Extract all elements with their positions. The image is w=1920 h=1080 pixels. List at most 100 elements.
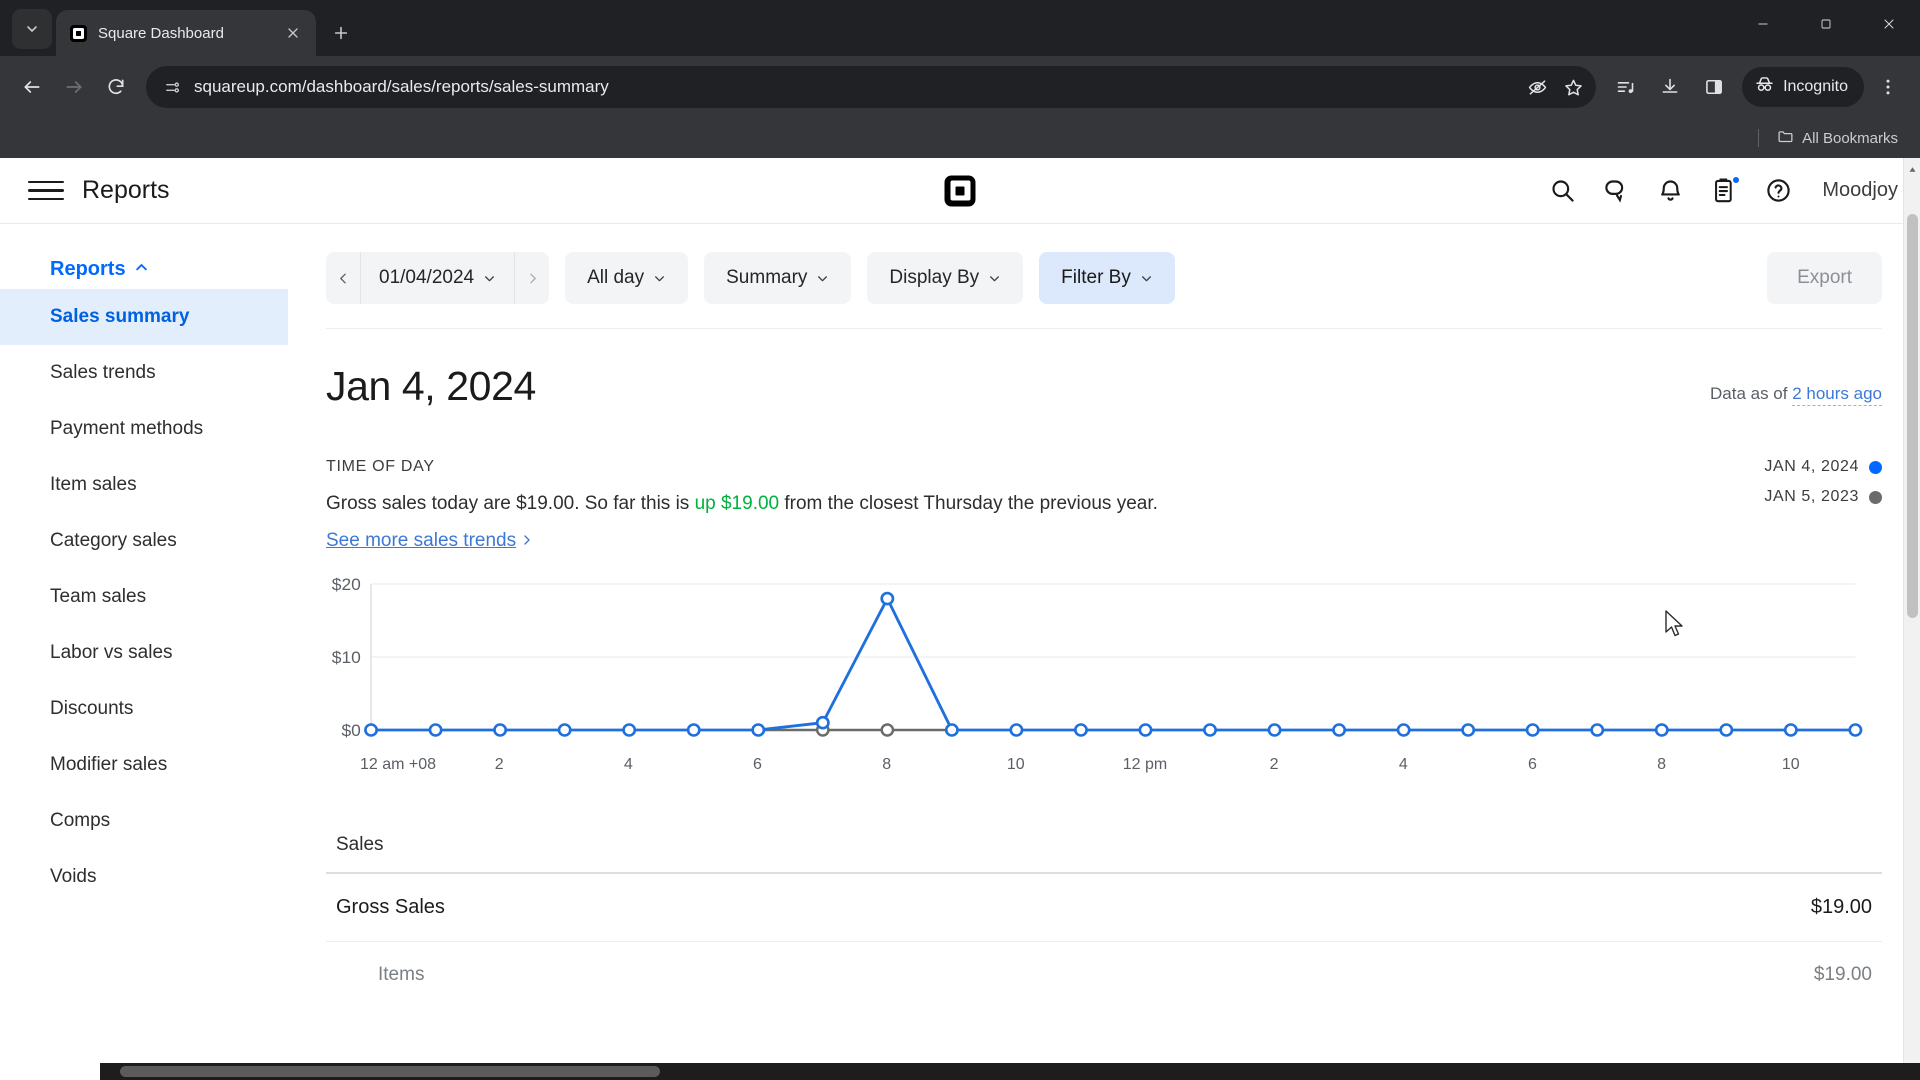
chart-section-label: TIME OF DAY	[326, 458, 435, 475]
chart-data-point-current[interactable]	[428, 722, 443, 737]
star-icon[interactable]	[1556, 70, 1590, 104]
incognito-indicator[interactable]: Incognito	[1742, 67, 1864, 107]
sidebar-item-payment-methods[interactable]: Payment methods	[0, 401, 288, 457]
search-icon[interactable]	[1548, 177, 1576, 205]
data-as-of-link[interactable]: 2 hours ago	[1792, 384, 1882, 406]
chart-y-tick-label: $0	[341, 720, 360, 740]
help-icon[interactable]	[1764, 177, 1792, 205]
browser-tab[interactable]: Square Dashboard	[56, 10, 316, 56]
chart-data-point-previous	[880, 722, 895, 737]
messages-icon[interactable]	[1602, 177, 1630, 205]
site-settings-icon[interactable]	[160, 75, 184, 99]
chart-data-point-current[interactable]	[751, 722, 766, 737]
sidebar-item-sales-trends[interactable]: Sales trends	[0, 345, 288, 401]
sidebar-item-discounts[interactable]: Discounts	[0, 681, 288, 737]
chart-data-point-current[interactable]	[944, 722, 959, 737]
filter-by-filter[interactable]: Filter By	[1039, 252, 1175, 304]
tab-search-button[interactable]	[12, 9, 52, 49]
chart-data-point-current[interactable]	[1848, 722, 1863, 737]
chart-data-point-current[interactable]	[364, 722, 379, 737]
all-bookmarks-button[interactable]: All Bookmarks	[1769, 124, 1906, 153]
url-bar[interactable]: squareup.com/dashboard/sales/reports/sal…	[146, 66, 1597, 108]
display-by-label: Display By	[889, 267, 980, 288]
sidebar-item-label: Modifier sales	[50, 754, 168, 775]
chart-data-point-current[interactable]	[686, 722, 701, 737]
chart-data-point-current[interactable]	[622, 722, 637, 737]
chart-data-point-current[interactable]	[1009, 722, 1024, 737]
chart-data-point-current[interactable]	[1461, 722, 1476, 737]
three-dot-menu-icon[interactable]	[1868, 67, 1908, 107]
scrollbar-thumb[interactable]	[120, 1066, 660, 1077]
scroll-up-arrow-icon[interactable]	[1904, 160, 1920, 178]
chart-data-point-current[interactable]	[1267, 722, 1282, 737]
chart-x-tick-label: 12 am +08	[360, 755, 437, 773]
chart-data-point-current[interactable]	[1138, 722, 1153, 737]
chart-data-point-current[interactable]	[1332, 722, 1347, 737]
chart-data-point-current[interactable]	[1719, 722, 1734, 737]
download-icon[interactable]	[1650, 67, 1690, 107]
sidebar-item-category-sales[interactable]: Category sales	[0, 513, 288, 569]
close-icon[interactable]	[282, 22, 304, 44]
hamburger-menu-icon[interactable]	[28, 173, 64, 209]
bell-icon[interactable]	[1656, 177, 1684, 205]
sales-table: Sales Gross Sales $19.00 Items $19.00	[326, 834, 1882, 1008]
scrollbar-thumb[interactable]	[1907, 214, 1918, 618]
chart-data-point-current[interactable]	[815, 715, 830, 730]
chart-x-tick-label: 6	[753, 755, 762, 773]
chart-data-point-current[interactable]	[1203, 722, 1217, 737]
chart-data-point-current[interactable]	[1073, 722, 1088, 737]
chart-data-point-current[interactable]	[493, 722, 508, 737]
all-day-filter[interactable]: All day	[565, 252, 689, 304]
maximize-icon[interactable]	[1794, 0, 1857, 48]
sidebar-item-team-sales[interactable]: Team sales	[0, 569, 288, 625]
back-icon[interactable]	[12, 67, 52, 107]
chart-data-point-current[interactable]	[1783, 722, 1798, 737]
sidebar-item-modifier-sales[interactable]: Modifier sales	[0, 737, 288, 793]
date-picker[interactable]: 01/04/2024	[361, 252, 514, 304]
summary-pre: Gross sales today are $19.00. So far thi…	[326, 493, 695, 514]
chart-data-point-current[interactable]	[1654, 722, 1669, 737]
sidebar-item-label: Sales summary	[50, 306, 190, 327]
sidebar-item-labor-vs-sales[interactable]: Labor vs sales	[0, 625, 288, 681]
chart-data-point-current[interactable]	[557, 722, 572, 737]
sidebar-item-label: Sales trends	[50, 362, 156, 383]
sidebar-item-label: Voids	[50, 866, 97, 887]
sidebar-item-comps[interactable]: Comps	[0, 793, 288, 849]
table-row-items: Items $19.00	[326, 942, 1882, 1008]
tab-title: Square Dashboard	[98, 24, 224, 42]
summary-filter[interactable]: Summary	[704, 252, 852, 304]
chart-data-point-current[interactable]	[1590, 722, 1605, 737]
next-day-button[interactable]	[515, 252, 549, 304]
side-panel-icon[interactable]	[1694, 67, 1734, 107]
chart-data-point-current[interactable]	[880, 591, 895, 605]
new-tab-button[interactable]	[324, 16, 358, 50]
chevron-down-icon	[1140, 272, 1153, 285]
clipboard-icon[interactable]	[1710, 174, 1742, 205]
vertical-scrollbar[interactable]	[1903, 158, 1920, 1080]
horizontal-scrollbar[interactable]	[0, 1063, 1920, 1080]
see-more-sales-trends-link[interactable]: See more sales trends	[326, 530, 533, 552]
export-button[interactable]: Export	[1767, 252, 1882, 304]
sidebar-item-sales-summary[interactable]: Sales summary	[0, 289, 288, 345]
sidebar-item-voids[interactable]: Voids	[0, 849, 288, 905]
close-window-icon[interactable]	[1857, 0, 1920, 48]
previous-day-button[interactable]	[326, 252, 360, 304]
forward-icon[interactable]	[54, 67, 94, 107]
notification-badge	[1731, 174, 1742, 185]
reload-icon[interactable]	[96, 67, 136, 107]
legend-color-swatch-current	[1869, 460, 1882, 474]
date-navigator: 01/04/2024	[326, 252, 550, 304]
chart-data-point-current[interactable]	[1525, 722, 1540, 737]
table-row-gross-sales: Gross Sales $19.00	[326, 874, 1882, 942]
minimize-icon[interactable]	[1731, 0, 1794, 48]
square-logo-icon[interactable]	[944, 175, 976, 206]
sidebar-item-label: Team sales	[50, 586, 147, 607]
chart-data-point-current[interactable]	[1396, 722, 1411, 737]
sidebar-group-reports[interactable]: Reports	[0, 250, 288, 289]
page-title-row: Jan 4, 2024 Data as of 2 hours ago	[326, 329, 1882, 410]
media-control-icon[interactable]	[1606, 67, 1646, 107]
display-by-filter[interactable]: Display By	[867, 252, 1024, 304]
sidebar-item-item-sales[interactable]: Item sales	[0, 457, 288, 513]
user-menu[interactable]: Moodjoy	[1822, 179, 1898, 202]
eye-slash-icon[interactable]	[1520, 70, 1554, 104]
